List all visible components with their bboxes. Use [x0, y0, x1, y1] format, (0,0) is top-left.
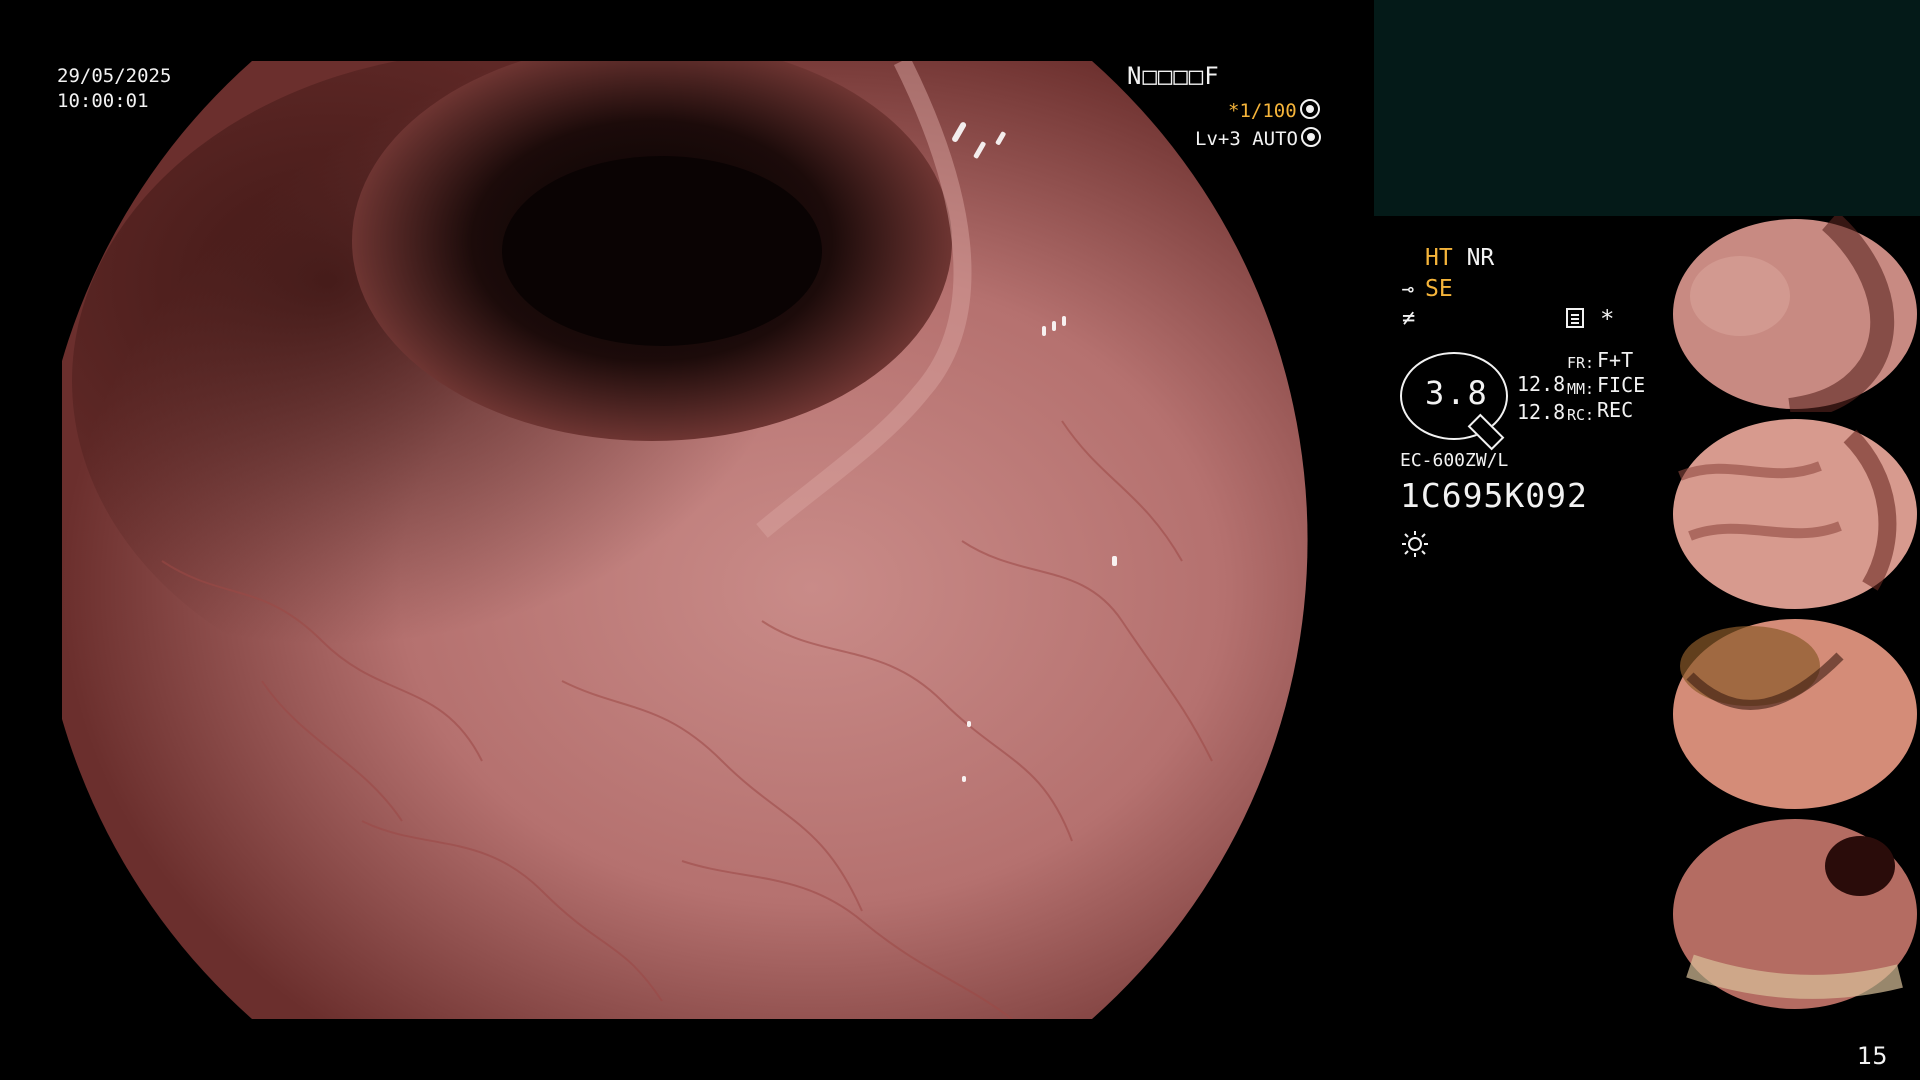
se-icon: ⊸ [1402, 277, 1415, 301]
sun-icon [1402, 531, 1428, 557]
ht-label: HT [1425, 245, 1453, 271]
shutter-speed: *1/100 [1228, 99, 1320, 122]
fr-value: F+T [1597, 348, 1634, 372]
se-label: SE [1425, 276, 1453, 302]
value-1: 12.8 [1517, 372, 1566, 396]
setting-labels: FR: MM: RC: [1567, 350, 1594, 428]
asterisk-icon: * [1600, 305, 1615, 333]
value-2: 12.8 [1517, 400, 1566, 424]
nr-label: NR [1466, 245, 1495, 271]
shutter-text: *1/100 [1228, 100, 1297, 122]
endoscope-main-view [62, 61, 1308, 1019]
thumbnail-4[interactable] [1670, 816, 1920, 1012]
thumbnail-3[interactable] [1670, 616, 1920, 812]
thumbnail-2[interactable] [1670, 416, 1920, 612]
setting-values: F+T FICE REC [1597, 348, 1645, 423]
ht-nr-indicator: HT NR [1425, 245, 1494, 271]
patient-id: N□□□□F [1127, 62, 1220, 90]
info-panel-top [1374, 0, 1920, 216]
shutter-icon [1299, 99, 1320, 119]
numeric-values: 12.8 12.8 [1517, 370, 1565, 426]
mm-label: MM: [1567, 380, 1595, 398]
rc-label: RC: [1567, 406, 1595, 424]
fr-label: FR: [1567, 354, 1595, 372]
date-text: 29/05/2025 [57, 65, 172, 87]
exposure-level: Lv+3 AUTO [1195, 127, 1321, 150]
thumbnail-1[interactable] [1670, 216, 1920, 412]
auto-icon [1300, 127, 1321, 147]
scope-model: EC-600ZW/L [1400, 450, 1509, 471]
document-icon [1566, 308, 1584, 328]
level-text: Lv+3 AUTO [1195, 128, 1298, 150]
scope-serial: 1C695K092 [1400, 476, 1588, 515]
mm-value: FICE [1597, 373, 1646, 397]
rc-value: REC [1597, 398, 1634, 422]
slash-icon: ≠ [1402, 306, 1416, 331]
time-text: 10:00:01 [57, 90, 149, 112]
date-time: 29/05/2025 10:00:01 [57, 64, 171, 114]
zoom-dial-value: 3.8 [1425, 374, 1489, 412]
page-number: 15 [1857, 1042, 1888, 1070]
